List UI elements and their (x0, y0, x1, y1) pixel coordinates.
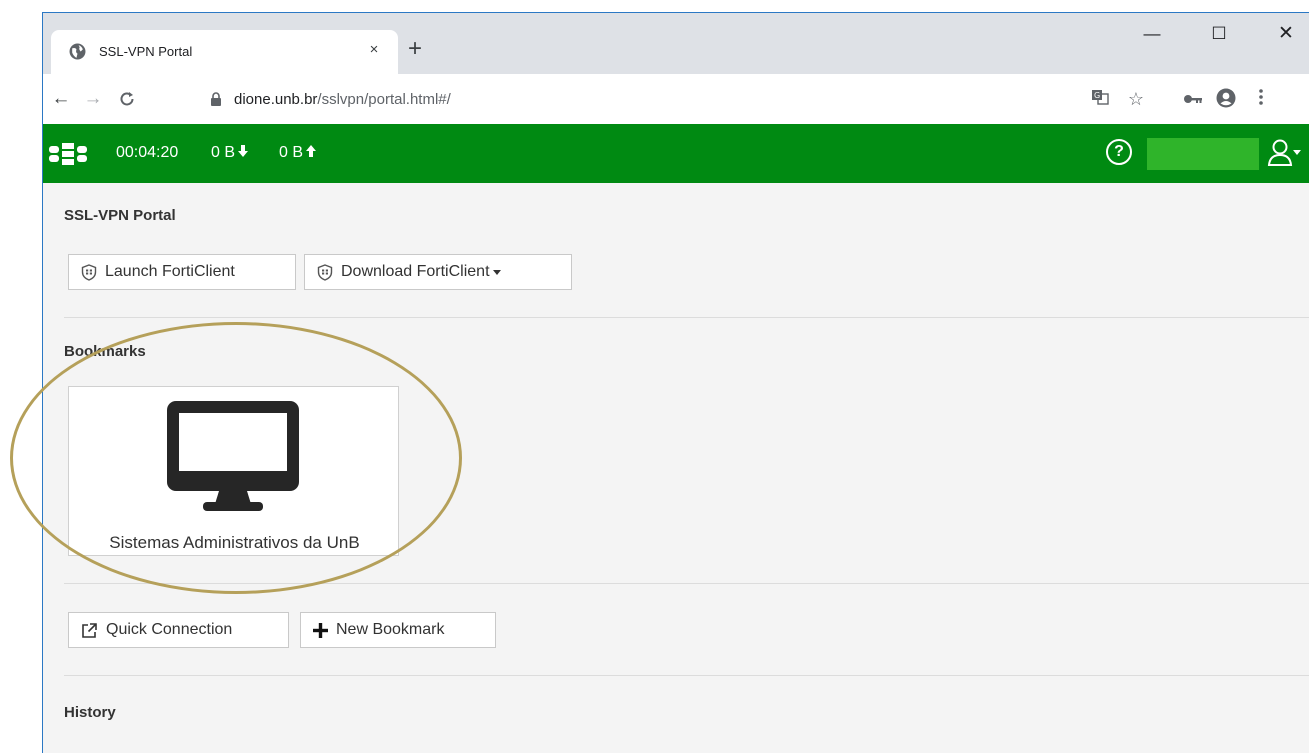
star-icon[interactable]: ☆ (1125, 88, 1147, 110)
session-timer: 00:04:20 (116, 144, 179, 161)
minimize-button[interactable]: — (1129, 19, 1175, 49)
username-badge (1147, 138, 1259, 170)
tab-strip: SSL-VPN Portal × + — ☐ ✕ (43, 13, 1309, 74)
bytes-sent-value: 0 B (279, 144, 304, 161)
maximize-button[interactable]: ☐ (1196, 19, 1242, 49)
new-bookmark-button[interactable]: New Bookmark (300, 612, 496, 648)
portal-content: SSL-VPN Portal Launch FortiClient Downlo… (43, 183, 1309, 753)
svg-text:G: G (1094, 91, 1100, 100)
new-bookmark-label: New Bookmark (336, 621, 445, 638)
bytes-sent: 0 B (279, 144, 317, 162)
globe-icon (69, 43, 86, 60)
tab-ssl-vpn-portal[interactable]: SSL-VPN Portal × (51, 30, 398, 74)
url-path: /sslvpn/portal.html#/ (317, 91, 451, 108)
section-divider (64, 675, 1309, 676)
key-glyph-icon (1184, 95, 1202, 103)
fortinet-logo-icon (49, 143, 87, 165)
launch-forticlient-label: Launch FortiClient (105, 263, 235, 280)
forward-button[interactable]: → (79, 85, 107, 113)
history-title: History (64, 704, 116, 721)
close-tab-icon[interactable]: × (364, 40, 384, 60)
forticlient-shield-icon (81, 263, 97, 281)
menu-icon[interactable] (1250, 88, 1272, 110)
bookmark-item[interactable]: Sistemas Administrativos da UnB (68, 386, 399, 556)
section-divider (64, 317, 1309, 318)
translate-glyph-icon: G (1092, 90, 1109, 105)
monitor-icon (167, 401, 299, 511)
caret-down-icon (492, 269, 501, 275)
external-link-icon (82, 622, 97, 638)
reload-icon (120, 92, 134, 106)
user-icon[interactable] (1267, 138, 1293, 168)
bookmarks-title: Bookmarks (64, 343, 146, 360)
section-divider (64, 583, 1309, 584)
forticlient-shield-icon (317, 263, 333, 281)
browser-toolbar: ← → dione.unb.br/sslvpn/portal.html#/ G … (43, 74, 1309, 124)
reload-button[interactable] (113, 85, 141, 113)
tab-title: SSL-VPN Portal (99, 44, 193, 59)
bytes-received: 0 B (211, 144, 249, 162)
three-dots-icon (1259, 89, 1263, 105)
close-window-button[interactable]: ✕ (1263, 19, 1309, 49)
quick-connection-button[interactable]: Quick Connection (68, 612, 289, 648)
new-tab-button[interactable]: + (400, 35, 430, 65)
bookmark-label: Sistemas Administrativos da UnB (109, 533, 360, 552)
quick-connection-label: Quick Connection (106, 621, 233, 638)
browser-window: SSL-VPN Portal × + — ☐ ✕ ← → dione.unb.b… (42, 12, 1309, 753)
arrow-down-icon (238, 145, 249, 157)
lock-icon (211, 92, 221, 106)
launch-forticlient-button[interactable]: Launch FortiClient (68, 254, 296, 290)
download-forticlient-button[interactable]: Download FortiClient (304, 254, 572, 290)
profile-icon[interactable] (1215, 88, 1237, 110)
back-button[interactable]: ← (47, 85, 75, 113)
page-title: SSL-VPN Portal (64, 207, 176, 224)
address-bar[interactable]: dione.unb.br/sslvpn/portal.html#/ (155, 82, 1175, 116)
key-icon[interactable] (1182, 88, 1204, 110)
plus-icon (313, 622, 328, 638)
vpn-header-bar: 00:04:20 0 B 0 B ? (43, 124, 1309, 183)
url-host: dione.unb.br (234, 91, 318, 108)
bytes-received-value: 0 B (211, 144, 236, 161)
account-circle-icon (1216, 88, 1236, 108)
user-menu-caret-icon[interactable] (1293, 150, 1301, 155)
download-forticlient-label: Download FortiClient (341, 263, 490, 280)
arrow-up-icon (306, 145, 317, 157)
help-icon[interactable]: ? (1106, 139, 1132, 165)
url-text: dione.unb.br/sslvpn/portal.html#/ (234, 91, 451, 108)
translate-icon[interactable]: G (1089, 88, 1111, 110)
